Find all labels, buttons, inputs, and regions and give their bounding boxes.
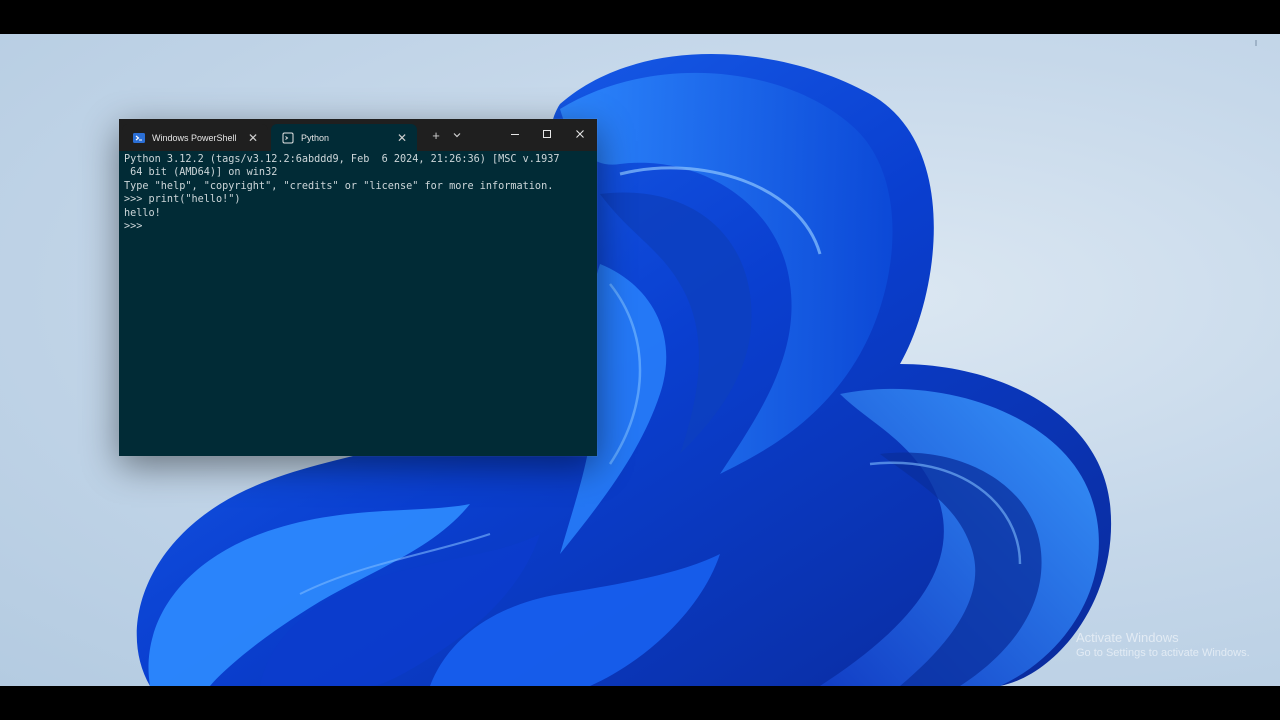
- powershell-icon: [132, 131, 146, 145]
- edge-mark: [1255, 40, 1257, 46]
- python-console-icon: [281, 131, 295, 145]
- console-output[interactable]: Python 3.12.2 (tags/v3.12.2:6abddd9, Feb…: [119, 151, 597, 456]
- watermark-subtitle: Go to Settings to activate Windows.: [1076, 647, 1250, 659]
- console-line: 64 bit (AMD64)] on win32: [124, 167, 278, 179]
- tab-windows-powershell[interactable]: Windows PowerShell ✕: [122, 124, 268, 151]
- chevron-down-icon[interactable]: [450, 127, 464, 143]
- watermark-title: Activate Windows: [1076, 630, 1179, 645]
- close-icon[interactable]: [565, 123, 595, 145]
- console-line: Type "help", "copyright", "credits" or "…: [124, 180, 554, 192]
- activation-watermark: Activate Windows Go to Settings to activ…: [1076, 630, 1250, 659]
- tab-label: Windows PowerShell: [152, 132, 237, 143]
- tab-close-icon[interactable]: ✕: [244, 129, 262, 147]
- console-line: hello!: [124, 207, 161, 219]
- maximize-icon[interactable]: [532, 123, 562, 145]
- tab-python[interactable]: Python ✕: [271, 124, 417, 151]
- console-prompt[interactable]: >>>: [124, 220, 592, 233]
- tab-label: Python: [301, 132, 330, 143]
- minimize-icon[interactable]: [500, 123, 530, 145]
- title-bar[interactable]: Windows PowerShell ✕ Python ✕ +: [119, 119, 597, 151]
- tab-close-icon[interactable]: ✕: [393, 129, 411, 147]
- console-line: >>> print("hello!"): [124, 194, 241, 206]
- console-line: Python 3.12.2 (tags/v3.12.2:6abddd9, Feb…: [124, 154, 560, 165]
- new-tab-button[interactable]: +: [429, 127, 443, 143]
- letterbox-top: [0, 0, 1280, 34]
- terminal-window: Windows PowerShell ✕ Python ✕ + Python 3…: [119, 119, 597, 456]
- letterbox-bottom: [0, 686, 1280, 720]
